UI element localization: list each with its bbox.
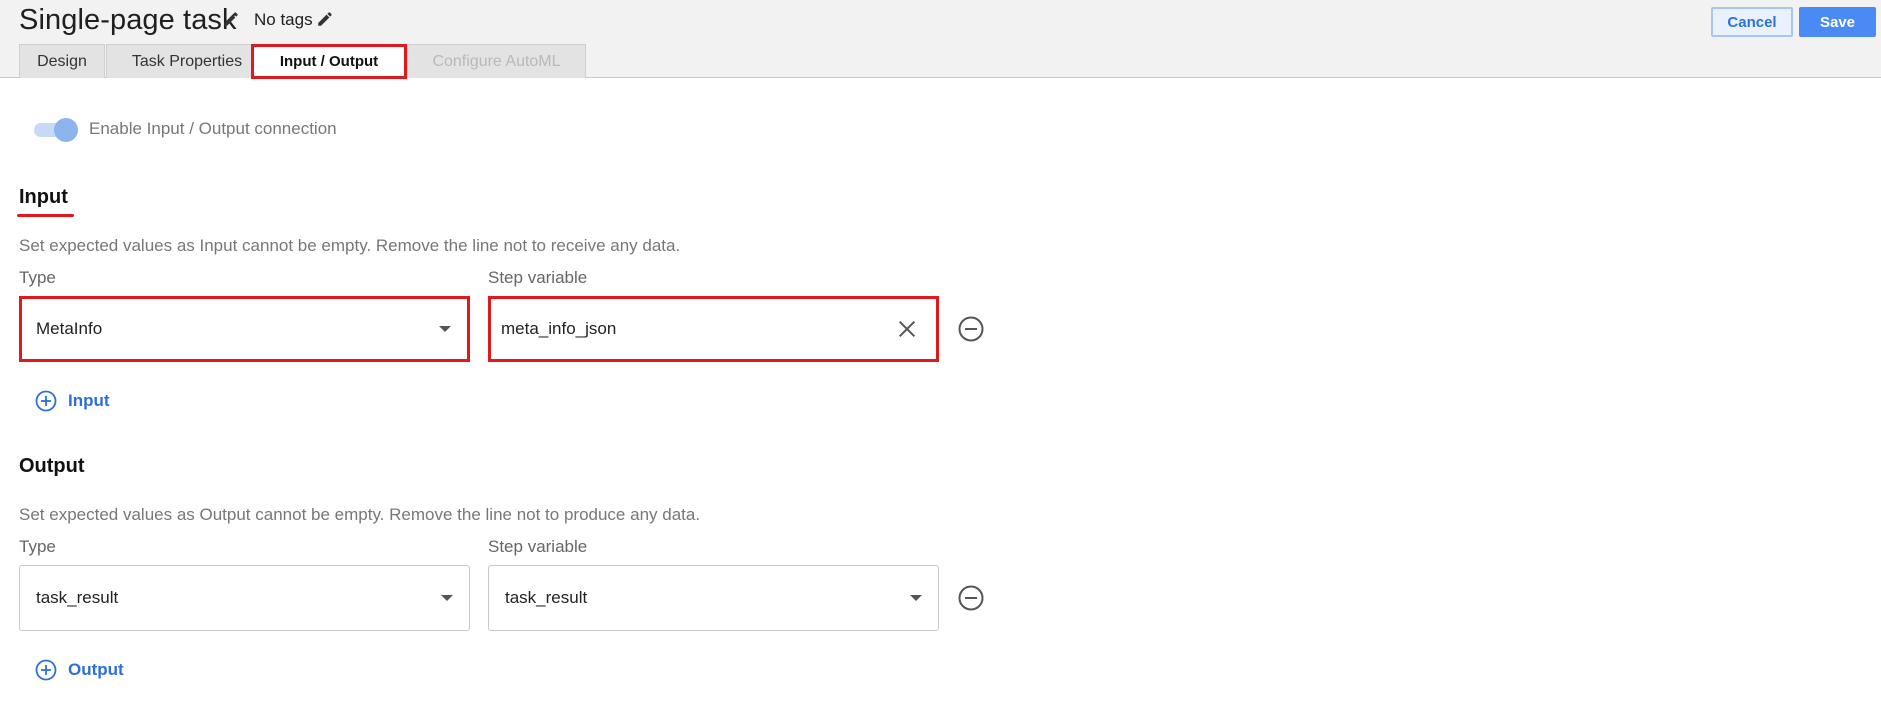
page-title: Single-page task <box>19 4 237 36</box>
caret-down-icon <box>439 326 451 332</box>
tab-task-properties[interactable]: Task Properties <box>106 44 268 78</box>
caret-down-icon <box>910 595 922 601</box>
output-variable-label: Step variable <box>488 537 588 556</box>
output-type-select[interactable]: task_result <box>19 565 470 631</box>
remove-input-row-minus-circle-icon[interactable] <box>957 315 985 343</box>
cancel-button[interactable]: Cancel <box>1711 7 1793 37</box>
remove-output-row-minus-circle-icon[interactable] <box>957 584 985 612</box>
close-icon[interactable] <box>896 318 918 340</box>
add-output-label: Output <box>68 660 124 679</box>
edit-tags-pencil-icon[interactable] <box>316 10 334 28</box>
input-help-text: Set expected values as Input cannot be e… <box>19 236 681 255</box>
header-bar: Single-page task No tags Cancel Save Des… <box>0 0 1881 79</box>
output-type-value: task_result <box>36 588 119 607</box>
plus-circle-icon <box>35 659 57 681</box>
add-output-button[interactable]: Output <box>35 657 124 683</box>
input-type-label: Type <box>19 268 56 287</box>
add-input-label: Input <box>68 391 110 410</box>
input-section-title: Input <box>19 186 68 208</box>
output-help-text: Set expected values as Output cannot be … <box>19 505 701 524</box>
input-variable-value: meta_info_json <box>501 319 617 338</box>
output-type-label: Type <box>19 537 56 556</box>
tags-label: No tags <box>254 10 313 29</box>
edit-title-pencil-icon[interactable] <box>222 10 240 28</box>
tab-input-output[interactable]: Input / Output <box>251 44 407 79</box>
plus-circle-icon <box>35 390 57 412</box>
input-title-underline <box>17 214 74 217</box>
caret-down-icon <box>441 595 453 601</box>
add-input-button[interactable]: Input <box>35 388 110 414</box>
tab-configure-automl: Configure AutoML <box>407 44 586 78</box>
io-connection-label: Enable Input / Output connection <box>89 119 337 138</box>
io-connection-toggle[interactable] <box>34 118 80 142</box>
save-button[interactable]: Save <box>1799 7 1876 37</box>
input-type-value: MetaInfo <box>36 319 103 338</box>
input-type-select[interactable]: MetaInfo <box>19 296 470 362</box>
tab-design[interactable]: Design <box>19 44 105 78</box>
input-variable-field[interactable]: meta_info_json <box>488 296 939 362</box>
output-variable-select[interactable]: task_result <box>488 565 939 631</box>
toggle-knob <box>54 118 78 142</box>
output-section-title: Output <box>19 455 85 477</box>
input-variable-label: Step variable <box>488 268 588 287</box>
output-variable-value: task_result <box>505 588 588 607</box>
